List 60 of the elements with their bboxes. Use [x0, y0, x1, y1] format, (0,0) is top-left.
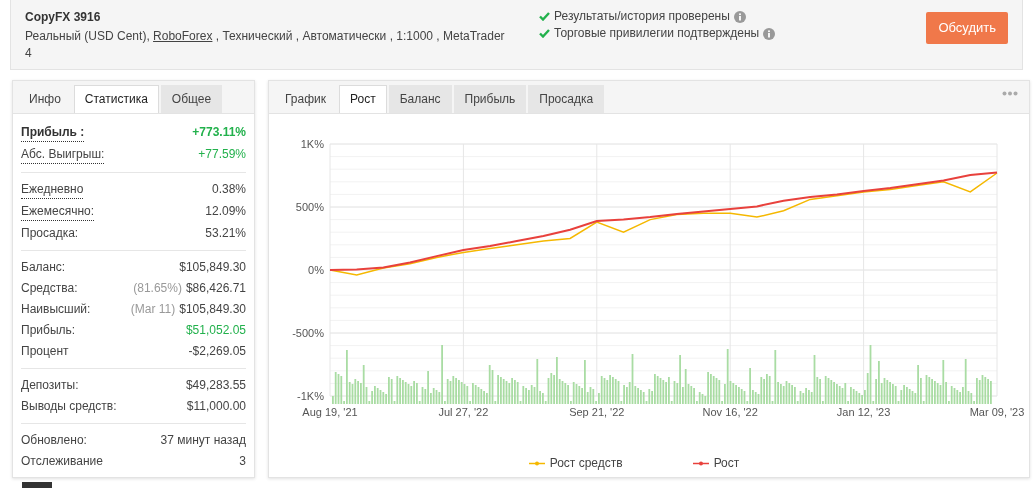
- account-title: CopyFX 3916: [25, 9, 102, 26]
- stat-value: 37 минут назад: [160, 432, 246, 449]
- stat-value: 12.09%: [205, 203, 246, 220]
- stat-value: +77.59%: [198, 146, 246, 163]
- stat-label: Абс. Выигрыш:: [21, 146, 105, 164]
- verification-text: Торговые привилегии подтверждены: [554, 25, 760, 42]
- tab[interactable]: Инфо: [18, 85, 72, 113]
- more-icon[interactable]: [1002, 91, 1018, 96]
- stat-label: Обновлено:: [21, 432, 87, 449]
- verification-text: Результаты/история проверены: [554, 8, 730, 25]
- stat-label: Отслеживание: [21, 453, 103, 470]
- axis-label: Sep 21, '22: [569, 406, 625, 418]
- stat-label: Просадка:: [21, 225, 79, 242]
- stat-label: Процент: [21, 343, 69, 360]
- axis-label: Jul 27, '22: [438, 406, 489, 418]
- stat-label: Прибыль :: [21, 124, 85, 142]
- axis-label: 500%: [295, 201, 324, 213]
- account-description: Реальный (USD Cent), RoboForex , Технический , Автоматически , 1:1000 , MetaTrader 4: [25, 28, 505, 62]
- legend-label[interactable]: Рост средств: [549, 454, 623, 472]
- tab[interactable]: Прибыль: [453, 85, 527, 113]
- stat-label: Ежедневно: [21, 181, 84, 199]
- stat-label: Средства:: [21, 280, 78, 297]
- stat-label: Депозиты:: [21, 377, 79, 394]
- stat-value: $51,052.05: [185, 322, 246, 339]
- stat-note: (Mar 11): [130, 301, 176, 318]
- axis-label: 1K%: [300, 138, 324, 150]
- axis-label: 0%: [308, 264, 324, 276]
- axis-label: Aug 19, '21: [302, 406, 358, 418]
- stat-value: $105,849.30: [179, 301, 246, 318]
- stat-value: 0.38%: [211, 181, 246, 198]
- stat-value: $11,000.00: [186, 398, 246, 415]
- axis-label: Mar 09, '23: [969, 406, 1025, 418]
- axis-label: -500%: [292, 327, 324, 339]
- stat-value: $49,283.55: [185, 377, 246, 394]
- tab[interactable]: Статистика: [73, 85, 159, 113]
- stat-value: $105,849.30: [179, 259, 246, 276]
- info-icon[interactable]: [763, 27, 776, 40]
- stat-label: Прибыль:: [21, 322, 76, 339]
- axis-label: -1K%: [297, 390, 324, 402]
- stat-value: 3: [239, 453, 246, 470]
- cut-off-block: [22, 482, 52, 488]
- tab[interactable]: Общее: [160, 85, 223, 113]
- tab[interactable]: График: [274, 85, 337, 113]
- axis-label: Jan 12, '23: [836, 406, 891, 418]
- stat-value: $86,426.71: [185, 280, 246, 297]
- legend-label[interactable]: Рост: [713, 454, 740, 472]
- stat-value: 53.21%: [205, 225, 246, 242]
- stat-note: (81.65%): [133, 280, 182, 297]
- stat-label: Наивысший:: [21, 301, 91, 318]
- broker-link[interactable]: RoboForex: [153, 29, 213, 43]
- stat-label: Баланс:: [21, 259, 66, 276]
- tab[interactable]: Баланс: [388, 85, 452, 113]
- stat-value: -$2,269.05: [188, 343, 246, 360]
- tab[interactable]: Рост: [339, 85, 387, 113]
- stat-label: Выводы средств:: [21, 398, 117, 415]
- tab[interactable]: Просадка: [528, 85, 605, 113]
- stat-value: +773.11%: [192, 124, 246, 141]
- axis-label: Nov 16, '22: [702, 406, 758, 418]
- info-icon[interactable]: [733, 10, 746, 23]
- stat-label: Ежемесячно:: [21, 203, 94, 221]
